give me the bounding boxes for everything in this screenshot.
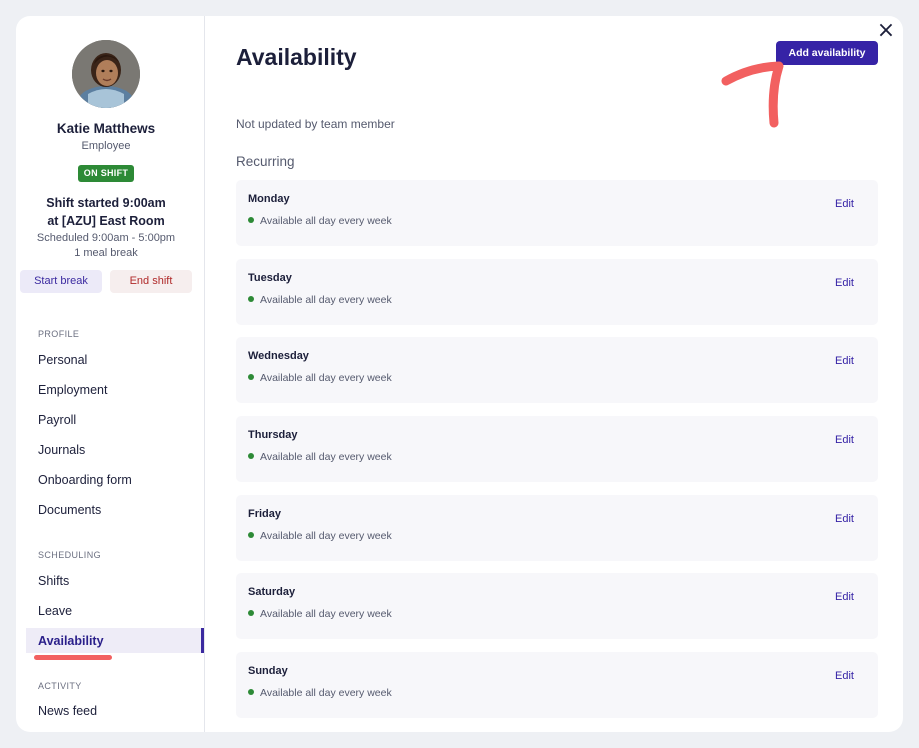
shift-started-text: Shift started 9:00am bbox=[46, 196, 166, 210]
day-card-thursday: Thursday Available all day every week Ed… bbox=[236, 416, 878, 482]
day-name: Friday bbox=[248, 508, 282, 520]
day-name: Saturday bbox=[248, 586, 296, 598]
shift-location-text: at [AZU] East Room bbox=[47, 214, 165, 228]
edit-link-saturday[interactable]: Edit bbox=[835, 591, 854, 603]
update-note: Not updated by team member bbox=[236, 117, 395, 131]
scheduled-time: Scheduled 9:00am - 5:00pm bbox=[36, 232, 176, 244]
page-title: Availability bbox=[236, 44, 357, 70]
available-dot-icon bbox=[248, 453, 254, 459]
day-card-sunday: Sunday Available all day every week Edit bbox=[236, 652, 878, 718]
sidebar-item-leave[interactable]: Leave bbox=[38, 604, 72, 618]
day-name: Wednesday bbox=[248, 350, 309, 362]
day-status: Available all day every week bbox=[248, 215, 392, 227]
day-status: Available all day every week bbox=[248, 530, 392, 542]
day-card-friday: Friday Available all day every week Edit bbox=[236, 495, 878, 561]
day-name: Sunday bbox=[248, 665, 288, 677]
sidebar-item-journals[interactable]: Journals bbox=[38, 443, 85, 457]
avatar bbox=[72, 40, 140, 108]
section-heading-profile: PROFILE bbox=[38, 329, 80, 339]
day-status: Available all day every week bbox=[248, 372, 392, 384]
available-dot-icon bbox=[248, 532, 254, 538]
day-name: Tuesday bbox=[248, 272, 292, 284]
day-name: Thursday bbox=[248, 429, 298, 441]
day-card-wednesday: Wednesday Available all day every week E… bbox=[236, 337, 878, 403]
sidebar-item-employment[interactable]: Employment bbox=[38, 383, 107, 397]
edit-link-monday[interactable]: Edit bbox=[835, 198, 854, 210]
profile-sidebar: Katie Matthews Employee ON SHIFT Shift s… bbox=[16, 16, 205, 732]
edit-link-sunday[interactable]: Edit bbox=[835, 670, 854, 682]
day-card-tuesday: Tuesday Available all day every week Edi… bbox=[236, 259, 878, 325]
status-badge: ON SHIFT bbox=[78, 165, 134, 182]
team-member-modal: × Katie Matthews Employee ON SHIFT Shift… bbox=[16, 16, 903, 732]
sidebar-item-documents[interactable]: Documents bbox=[38, 503, 101, 517]
available-dot-icon bbox=[248, 296, 254, 302]
day-status: Available all day every week bbox=[248, 608, 392, 620]
start-break-button[interactable]: Start break bbox=[20, 270, 102, 293]
day-card-monday: Monday Available all day every week Edit bbox=[236, 180, 878, 246]
annotation-arrow-icon bbox=[721, 61, 784, 128]
day-status: Available all day every week bbox=[248, 294, 392, 306]
edit-link-thursday[interactable]: Edit bbox=[835, 434, 854, 446]
edit-link-tuesday[interactable]: Edit bbox=[835, 277, 854, 289]
break-info: 1 meal break bbox=[74, 247, 138, 259]
available-dot-icon bbox=[248, 610, 254, 616]
edit-link-friday[interactable]: Edit bbox=[835, 513, 854, 525]
sidebar-item-shifts[interactable]: Shifts bbox=[38, 574, 69, 588]
add-availability-button[interactable]: Add availability bbox=[776, 41, 878, 65]
end-shift-button[interactable]: End shift bbox=[110, 270, 192, 293]
annotation-underline bbox=[34, 655, 112, 660]
section-heading-scheduling: SCHEDULING bbox=[38, 550, 102, 560]
sidebar-item-personal[interactable]: Personal bbox=[38, 353, 87, 367]
day-status: Available all day every week bbox=[248, 687, 392, 699]
available-dot-icon bbox=[248, 217, 254, 223]
sidebar-item-news-feed[interactable]: News feed bbox=[38, 704, 97, 718]
employee-name: Katie Matthews bbox=[56, 121, 156, 136]
availability-panel: Availability Add availability Not update… bbox=[206, 16, 903, 732]
employee-role: Employee bbox=[81, 140, 131, 152]
section-heading-activity: ACTIVITY bbox=[38, 681, 82, 691]
day-name: Monday bbox=[248, 193, 290, 205]
sidebar-item-onboarding-form[interactable]: Onboarding form bbox=[38, 473, 132, 487]
day-card-saturday: Saturday Available all day every week Ed… bbox=[236, 573, 878, 639]
recurring-heading: Recurring bbox=[236, 154, 295, 169]
day-status: Available all day every week bbox=[248, 451, 392, 463]
available-dot-icon bbox=[248, 689, 254, 695]
sidebar-item-availability[interactable]: Availability bbox=[38, 634, 104, 648]
edit-link-wednesday[interactable]: Edit bbox=[835, 355, 854, 367]
available-dot-icon bbox=[248, 374, 254, 380]
active-item-indicator bbox=[201, 628, 204, 653]
sidebar-item-payroll[interactable]: Payroll bbox=[38, 413, 76, 427]
